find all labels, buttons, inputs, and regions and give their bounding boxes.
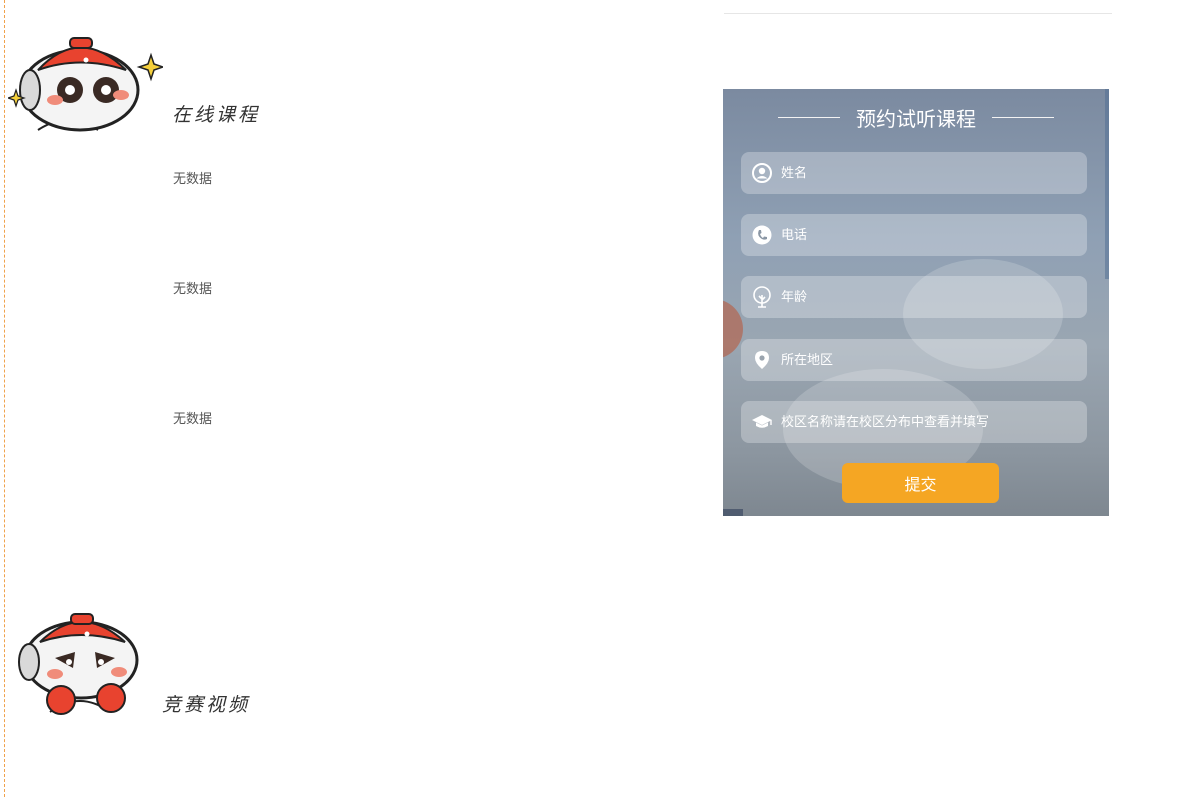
booking-form-title-text: 预约试听课程: [856, 106, 976, 131]
section-title-online-courses: 在线课程: [172, 104, 261, 126]
phone-input[interactable]: [781, 227, 1071, 243]
user-icon: [751, 162, 773, 184]
campus-input[interactable]: [781, 414, 1071, 430]
phone-icon: [751, 224, 773, 246]
tree-icon: [751, 286, 773, 308]
graduation-cap-icon: [751, 411, 773, 433]
background-shape: [723, 299, 743, 359]
booking-form-title: 预约试听课程: [723, 103, 1109, 131]
name-input[interactable]: [781, 165, 1071, 181]
title-line-right: [992, 116, 1054, 118]
age-field[interactable]: [741, 276, 1087, 318]
section-title-competition-videos: 竞赛视频: [162, 694, 251, 716]
submit-button[interactable]: 提交: [842, 463, 999, 503]
location-pin-icon: [751, 349, 773, 371]
age-input[interactable]: [781, 289, 1071, 305]
empty-state-text: 无数据: [173, 282, 213, 297]
region-input[interactable]: [781, 352, 1071, 368]
empty-state-text: 无数据: [173, 412, 213, 427]
background-shape: [723, 509, 743, 516]
timeline-line: [4, 0, 5, 797]
mascot-star-icon: [8, 30, 163, 140]
campus-field[interactable]: [741, 401, 1087, 443]
mascot-boxing-icon: [15, 610, 155, 722]
name-field[interactable]: [741, 152, 1087, 194]
empty-state-text: 无数据: [173, 172, 213, 187]
phone-field[interactable]: [741, 214, 1087, 256]
booking-form-panel: 预约试听课程 提交: [723, 89, 1109, 516]
region-field[interactable]: [741, 339, 1087, 381]
top-divider: [724, 13, 1112, 14]
title-line-left: [778, 116, 840, 118]
